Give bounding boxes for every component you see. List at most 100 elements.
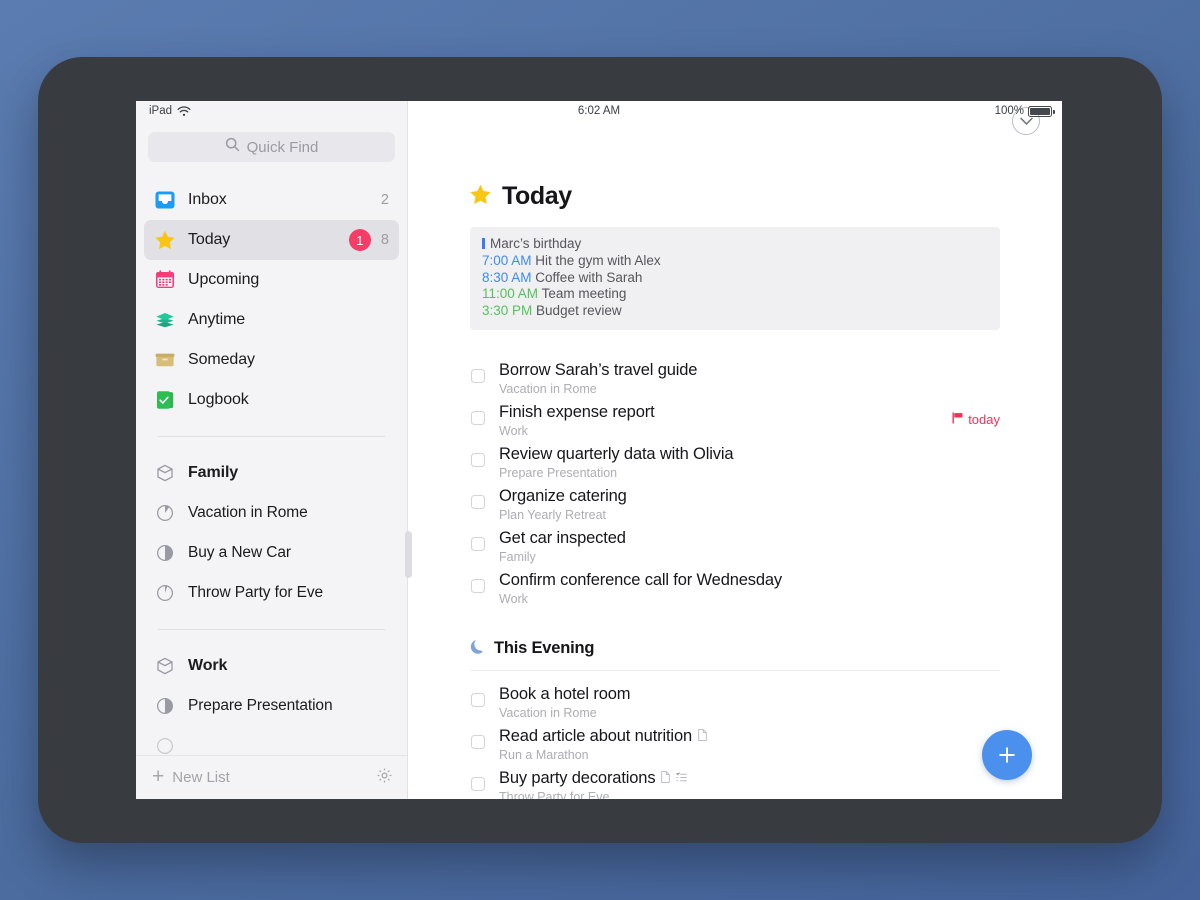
task-row[interactable]: Borrow Sarah’s travel guide Vacation in … bbox=[470, 356, 1000, 398]
task-title: Buy party decorations bbox=[499, 768, 656, 787]
task-project: Vacation in Rome bbox=[499, 705, 597, 720]
sidebar-item-label: Inbox bbox=[188, 191, 227, 208]
progress-pie-icon bbox=[154, 735, 176, 757]
calendar-event-row[interactable]: 11:00 AM Team meeting bbox=[482, 286, 988, 303]
sidebar-project-throw-party-for-eve[interactable]: Throw Party for Eve bbox=[144, 573, 399, 613]
task-title: Finish expense report bbox=[499, 402, 655, 421]
sidebar-area-family[interactable]: Family bbox=[144, 453, 399, 493]
pane-drag-handle[interactable] bbox=[402, 531, 414, 578]
sidebar-project-vacation-in-rome[interactable]: Vacation in Rome bbox=[144, 493, 399, 533]
sidebar-item-someday[interactable]: Someday bbox=[144, 340, 399, 380]
task-row[interactable]: Get car inspected Family bbox=[470, 524, 1000, 566]
inbox-tray-icon bbox=[154, 189, 176, 211]
task-row[interactable]: Read article about nutrition Run a Marat… bbox=[470, 722, 1000, 764]
calendar-event-time: 3:30 PM bbox=[482, 303, 533, 319]
task-checkbox[interactable] bbox=[471, 776, 485, 791]
task-row[interactable]: Review quarterly data with Olivia Prepar… bbox=[470, 440, 1000, 482]
task-project: Run a Marathon bbox=[499, 747, 589, 762]
search-input[interactable]: Quick Find bbox=[148, 132, 395, 162]
sidebar-item-anytime[interactable]: Anytime bbox=[144, 300, 399, 340]
task-checkbox[interactable] bbox=[471, 368, 485, 383]
plus-icon: + bbox=[152, 765, 165, 788]
sidebar: Quick Find Inbox 2 Today 1 8 Upcoming An… bbox=[136, 101, 408, 799]
task-project: Vacation in Rome bbox=[499, 381, 597, 396]
note-icon bbox=[661, 768, 671, 788]
progress-pie-icon bbox=[154, 542, 176, 564]
add-todo-button[interactable] bbox=[982, 730, 1032, 780]
sidebar-footer: + New List bbox=[136, 755, 407, 799]
calendar-event-title: Team meeting bbox=[541, 286, 627, 302]
task-title: Borrow Sarah’s travel guide bbox=[499, 360, 698, 379]
calendar-event-title: Marc’s birthday bbox=[490, 236, 582, 251]
task-title: Review quarterly data with Olivia bbox=[499, 444, 734, 463]
sidebar-item-logbook[interactable]: Logbook bbox=[144, 380, 399, 420]
sidebar-item-label: Logbook bbox=[188, 391, 249, 408]
evening-task-list: Book a hotel room Vacation in Rome Read … bbox=[470, 680, 1000, 799]
today-task-list: Borrow Sarah’s travel guide Vacation in … bbox=[470, 356, 1000, 608]
calendar-event-row[interactable]: Marc’s birthday bbox=[482, 236, 988, 253]
sidebar-project-prepare-presentation[interactable]: Prepare Presentation bbox=[144, 686, 399, 726]
new-list-button[interactable]: New List bbox=[172, 769, 230, 786]
task-project: Prepare Presentation bbox=[499, 465, 618, 480]
progress-pie-icon bbox=[154, 695, 176, 717]
sidebar-item-inbox[interactable]: Inbox 2 bbox=[144, 180, 399, 220]
sidebar-item-label: Anytime bbox=[188, 311, 246, 328]
sidebar-area-label: Family bbox=[188, 464, 239, 481]
chevron-down-circle-icon[interactable] bbox=[1012, 107, 1040, 135]
task-row[interactable]: Book a hotel room Vacation in Rome bbox=[470, 680, 1000, 722]
task-project: Family bbox=[499, 549, 536, 564]
star-icon bbox=[469, 183, 492, 211]
sidebar-project-buy-a-new-car[interactable]: Buy a New Car bbox=[144, 533, 399, 573]
task-checkbox[interactable] bbox=[471, 452, 485, 467]
task-row[interactable]: Organize catering Plan Yearly Retreat bbox=[470, 482, 1000, 524]
calendar-event-row[interactable]: 8:30 AM Coffee with Sarah bbox=[482, 270, 988, 287]
main-content: Today Marc’s birthday 7:00 AM Hit the gy… bbox=[408, 101, 1062, 799]
calendar-event-time: 11:00 AM bbox=[482, 286, 539, 302]
task-deadline-tag[interactable]: today bbox=[952, 412, 1000, 427]
sidebar-project-label: Buy a New Car bbox=[188, 544, 291, 561]
calendar-event-time: 7:00 AM bbox=[482, 252, 532, 268]
task-row[interactable]: Confirm conference call for Wednesday Wo… bbox=[470, 566, 1000, 608]
ipad-device-frame: Quick Find Inbox 2 Today 1 8 Upcoming An… bbox=[38, 57, 1162, 843]
task-row[interactable]: Finish expense report Work today bbox=[470, 398, 1000, 440]
calendar-event-time: 8:30 AM bbox=[482, 269, 532, 285]
task-project: Plan Yearly Retreat bbox=[499, 507, 607, 522]
stack-icon bbox=[154, 309, 176, 331]
task-checkbox[interactable] bbox=[471, 734, 485, 749]
sidebar-project-label: Prepare Presentation bbox=[188, 697, 333, 714]
calendar-event-row[interactable]: 7:00 AM Hit the gym with Alex bbox=[482, 253, 988, 270]
sidebar-project-label: Throw Party for Eve bbox=[188, 584, 324, 601]
sidebar-item-label: Today bbox=[188, 231, 231, 248]
task-checkbox[interactable] bbox=[471, 692, 485, 707]
calendar-event-title: Hit the gym with Alex bbox=[535, 252, 661, 268]
task-project: Work bbox=[499, 423, 528, 438]
task-row[interactable]: Buy party decorations Throw Party for Ev… bbox=[470, 764, 1000, 799]
ipad-screen: Quick Find Inbox 2 Today 1 8 Upcoming An… bbox=[136, 101, 1062, 799]
sidebar-item-label: Upcoming bbox=[188, 271, 260, 288]
sidebar-area-work[interactable]: Work bbox=[144, 646, 399, 686]
sidebar-area-label: Work bbox=[188, 657, 228, 674]
main-scroll-area[interactable]: Today Marc’s birthday 7:00 AM Hit the gy… bbox=[408, 123, 1062, 799]
section-title: This Evening bbox=[494, 638, 595, 657]
section-header-this-evening: This Evening bbox=[470, 638, 1000, 659]
sidebar-divider bbox=[158, 436, 385, 437]
star-icon bbox=[154, 229, 176, 251]
sidebar-item-upcoming[interactable]: Upcoming bbox=[144, 260, 399, 300]
gear-icon[interactable] bbox=[376, 767, 393, 789]
sidebar-divider bbox=[158, 629, 385, 630]
task-title: Read article about nutrition bbox=[499, 726, 693, 745]
task-checkbox[interactable] bbox=[471, 536, 485, 551]
task-checkbox[interactable] bbox=[471, 410, 485, 425]
sidebar-item-today[interactable]: Today 1 8 bbox=[144, 220, 399, 260]
calendar-event-row[interactable]: 3:30 PM Budget review bbox=[482, 303, 988, 320]
sidebar-smart-lists: Inbox 2 Today 1 8 Upcoming Anytime Somed… bbox=[136, 162, 407, 420]
status-badge: 1 bbox=[348, 229, 371, 251]
logbook-icon bbox=[154, 389, 176, 411]
task-checkbox[interactable] bbox=[471, 578, 485, 593]
task-checkbox[interactable] bbox=[471, 494, 485, 509]
sidebar-scroll-area[interactable]: Quick Find Inbox 2 Today 1 8 Upcoming An… bbox=[136, 123, 407, 799]
progress-pie-icon bbox=[154, 502, 176, 524]
task-project: Throw Party for Eve bbox=[499, 789, 610, 799]
calendar-events-block[interactable]: Marc’s birthday 7:00 AM Hit the gym with… bbox=[470, 227, 1000, 330]
moon-icon bbox=[470, 638, 485, 659]
